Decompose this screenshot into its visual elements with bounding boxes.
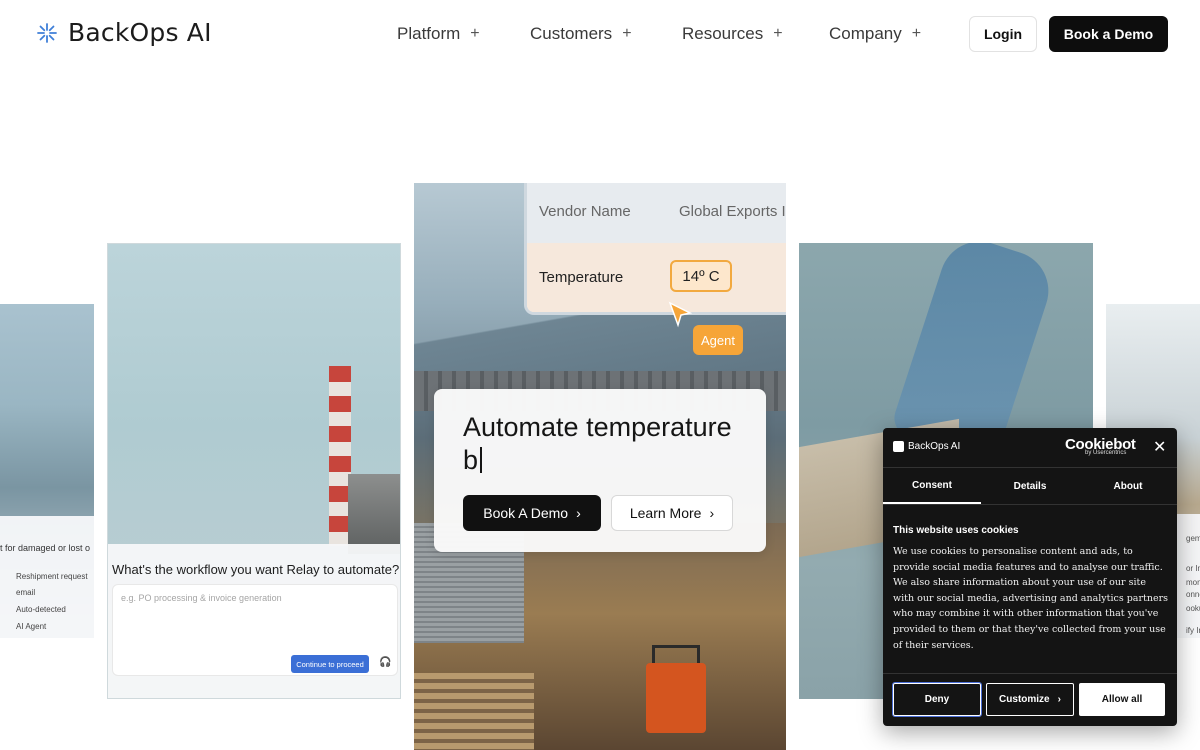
plus-icon: + bbox=[470, 25, 480, 42]
chevron-right-icon: › bbox=[576, 505, 581, 521]
chevron-right-icon: › bbox=[709, 505, 715, 521]
allow-all-button[interactable]: Allow all bbox=[1079, 683, 1165, 716]
login-button[interactable]: Login bbox=[969, 16, 1037, 52]
pallets-image bbox=[414, 673, 534, 750]
carousel-card-center[interactable]: Vendor Name Global Exports I Temperature… bbox=[414, 183, 786, 750]
temperature-value-field[interactable]: 14º C bbox=[670, 260, 732, 292]
workflow-prompt-panel: What's the workflow you want Relay to au… bbox=[108, 544, 400, 698]
plus-icon: + bbox=[622, 25, 632, 42]
vendor-data-table: Vendor Name Global Exports I Temperature… bbox=[524, 183, 786, 315]
brand-logo-icon bbox=[893, 441, 904, 452]
far-right-fragment: ookusT bbox=[1186, 604, 1200, 613]
vendor-row: Vendor Name Global Exports I bbox=[527, 183, 786, 243]
plus-icon: + bbox=[911, 25, 922, 42]
cookie-body-text: We use cookies to personalise content an… bbox=[893, 546, 1168, 651]
far-right-fragment: monito bbox=[1186, 578, 1200, 587]
nav-item-label: Resources bbox=[682, 24, 764, 43]
cookie-consent-dialog: BackOps AI Cookiebot by Usercentrics ✕ C… bbox=[883, 428, 1177, 726]
close-icon[interactable]: ✕ bbox=[1153, 437, 1166, 457]
plus-icon: + bbox=[773, 25, 783, 42]
agent-cursor-icon bbox=[668, 301, 693, 329]
workflow-input[interactable]: e.g. PO processing & invoice generation … bbox=[112, 584, 398, 676]
chevron-right-icon: › bbox=[1057, 694, 1061, 705]
brand-logo[interactable]: BackOps AI bbox=[36, 18, 212, 47]
book-demo-button[interactable]: Book a Demo bbox=[1049, 16, 1168, 52]
continue-button[interactable]: Continue to proceed bbox=[291, 655, 369, 673]
hero-headline: Automate temperature b bbox=[463, 411, 753, 477]
sparkle-logo-icon bbox=[36, 22, 58, 44]
agent-badge: Agent bbox=[693, 325, 743, 355]
divider bbox=[883, 504, 1177, 505]
hero-book-demo-label: Book A Demo bbox=[483, 505, 569, 521]
nav-item-label: Customers bbox=[530, 24, 613, 43]
vendor-name-value: Global Exports I bbox=[679, 203, 786, 220]
cookie-tabs: Consent Details About bbox=[883, 468, 1177, 504]
far-right-fragment: ify Inte bbox=[1186, 626, 1200, 635]
cookie-dialog-brand-name: BackOps AI bbox=[908, 441, 961, 452]
hero-book-demo-button[interactable]: Book A Demo › bbox=[463, 495, 601, 531]
customize-button[interactable]: Customize › bbox=[986, 683, 1074, 716]
hero-panel: Automate temperature b Book A Demo › Lea… bbox=[434, 389, 766, 552]
tab-details[interactable]: Details bbox=[981, 468, 1079, 504]
nav-item-label: Company bbox=[829, 24, 902, 43]
nav-item-resources[interactable]: Resources + bbox=[682, 24, 829, 44]
customize-label: Customize bbox=[999, 694, 1050, 705]
tab-about[interactable]: About bbox=[1079, 468, 1177, 504]
far-left-partial-text: t for damaged or lost o bbox=[0, 543, 91, 553]
divider bbox=[883, 673, 1177, 674]
cookiebot-by-text: by Usercentrics bbox=[1085, 450, 1127, 456]
carousel-card-left[interactable]: What's the workflow you want Relay to au… bbox=[107, 243, 401, 699]
brand-name: BackOps AI bbox=[68, 18, 212, 47]
hero-learn-more-button[interactable]: Learn More › bbox=[611, 495, 733, 531]
workflow-question: What's the workflow you want Relay to au… bbox=[112, 562, 400, 577]
nav-item-customers[interactable]: Customers + bbox=[530, 24, 682, 44]
page: BackOps AI Platform + Customers + Resour… bbox=[0, 0, 1200, 750]
far-left-tag: AI Agent bbox=[16, 622, 47, 631]
far-left-tag: Reshipment request bbox=[16, 572, 88, 581]
nav-links: Platform + Customers + Resources + Compa… bbox=[397, 24, 921, 44]
deny-button[interactable]: Deny bbox=[892, 682, 982, 717]
hero-learn-more-label: Learn More bbox=[629, 505, 702, 521]
top-nav: BackOps AI Platform + Customers + Resour… bbox=[0, 0, 1200, 68]
cookie-heading: This website uses cookies bbox=[893, 525, 1019, 536]
cookie-dialog-brand: BackOps AI bbox=[893, 441, 960, 452]
typing-caret bbox=[480, 447, 483, 473]
far-left-panel: t for damaged or lost o Reshipment reque… bbox=[0, 516, 94, 638]
hero-headline-text: Automate temperature b bbox=[463, 412, 732, 475]
workflow-input-placeholder: e.g. PO processing & invoice generation bbox=[121, 593, 282, 603]
temperature-label: Temperature bbox=[539, 269, 624, 286]
far-left-tag: Auto-detected bbox=[16, 605, 66, 614]
headset-icon[interactable]: 🎧 bbox=[379, 657, 391, 668]
far-right-fragment: or Inbo bbox=[1186, 564, 1200, 573]
far-right-fragment: onnect bbox=[1186, 590, 1200, 599]
far-right-fragment: gemen bbox=[1186, 534, 1200, 543]
temperature-row: Temperature 14º C bbox=[527, 243, 786, 312]
vendor-name-label: Vendor Name bbox=[539, 203, 631, 220]
nav-item-label: Platform bbox=[397, 24, 461, 43]
nav-item-company[interactable]: Company + bbox=[829, 24, 921, 44]
tab-consent[interactable]: Consent bbox=[883, 468, 981, 504]
factory-image bbox=[348, 474, 400, 554]
nav-item-platform[interactable]: Platform + bbox=[397, 24, 530, 44]
forklift-image bbox=[646, 663, 706, 733]
carousel-card-far-left[interactable]: t for damaged or lost o Reshipment reque… bbox=[0, 304, 94, 638]
far-left-tag: email bbox=[16, 588, 36, 597]
